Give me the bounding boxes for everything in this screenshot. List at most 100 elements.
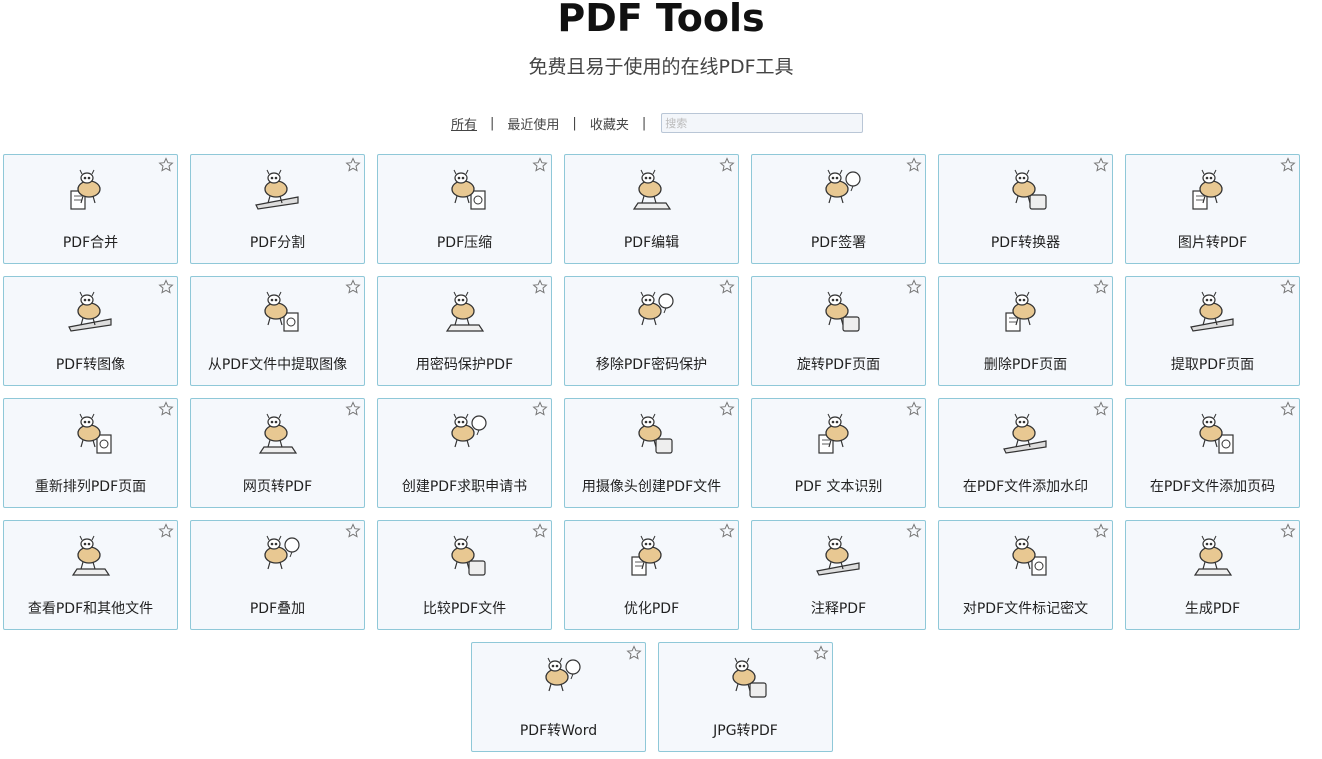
tool-label: PDF压缩 [436,235,493,251]
tool-label: 提取PDF页面 [1170,357,1255,373]
tool-card[interactable]: JPG转PDF [658,642,833,752]
tool-card[interactable]: PDF压缩 [377,154,552,264]
tool-label: JPG转PDF [713,723,778,739]
tool-label: PDF 文本识别 [794,479,883,495]
tool-label: PDF合并 [62,235,119,251]
favorite-star-icon[interactable] [532,157,548,173]
favorite-star-icon[interactable] [719,401,735,417]
watermark-icon [1000,409,1052,459]
tool-card[interactable]: PDF合并 [3,154,178,264]
tool-card[interactable]: 从PDF文件中提取图像 [190,276,365,386]
favorite-star-icon[interactable] [532,401,548,417]
favorite-star-icon[interactable] [1280,523,1296,539]
search-input[interactable] [661,113,864,133]
compare-icon [439,531,491,581]
tool-card[interactable]: 优化PDF [564,520,739,630]
viewer-icon [65,531,117,581]
tool-card[interactable]: PDF签署 [751,154,926,264]
tool-card[interactable]: 用密码保护PDF [377,276,552,386]
tool-label: 查看PDF和其他文件 [27,601,154,617]
edit-icon [626,165,678,215]
tool-card[interactable]: PDF分割 [190,154,365,264]
tool-label: 比较PDF文件 [422,601,507,617]
tool-card[interactable]: 在PDF文件添加页码 [1125,398,1300,508]
tool-label: 用摄像头创建PDF文件 [581,479,722,495]
split-icon [252,165,304,215]
tool-card[interactable]: 注释PDF [751,520,926,630]
favorite-star-icon[interactable] [345,523,361,539]
tool-card[interactable]: 用摄像头创建PDF文件 [564,398,739,508]
tool-label: 移除PDF密码保护 [595,357,708,373]
tool-card[interactable]: 提取PDF页面 [1125,276,1300,386]
pdf-to-word-icon [533,653,585,703]
tool-label: 创建PDF求职申请书 [401,479,528,495]
favorite-star-icon[interactable] [1280,401,1296,417]
tool-card[interactable]: 重新排列PDF页面 [3,398,178,508]
tool-label: 优化PDF [623,601,680,617]
tool-card[interactable]: 对PDF文件标记密文 [938,520,1113,630]
favorite-star-icon[interactable] [158,523,174,539]
filter-favorites-link[interactable]: 收藏夹 [590,114,629,133]
favorite-star-icon[interactable] [158,401,174,417]
tool-card[interactable]: 删除PDF页面 [938,276,1113,386]
favorite-star-icon[interactable] [906,401,922,417]
favorite-star-icon[interactable] [345,157,361,173]
filter-recent-link[interactable]: 最近使用 [507,114,559,133]
favorite-star-icon[interactable] [158,157,174,173]
favorite-star-icon[interactable] [1093,279,1109,295]
favorite-star-icon[interactable] [906,157,922,173]
filter-separator: | [572,115,577,131]
protect-icon [439,287,491,337]
tool-card[interactable]: 图片转PDF [1125,154,1300,264]
optimize-icon [626,531,678,581]
favorite-star-icon[interactable] [345,279,361,295]
filter-all-link[interactable]: 所有 [451,114,477,133]
webcam-icon [626,409,678,459]
tool-card[interactable]: PDF 文本识别 [751,398,926,508]
favorite-star-icon[interactable] [906,523,922,539]
tool-card[interactable]: 网页转PDF [190,398,365,508]
page-header: PDF Tools 免费且易于使用的在线PDF工具 [0,0,1322,100]
tool-card[interactable]: 生成PDF [1125,520,1300,630]
tool-label: 重新排列PDF页面 [34,479,147,495]
ocr-icon [813,409,865,459]
tool-label: 从PDF文件中提取图像 [207,357,348,373]
tool-card[interactable]: 查看PDF和其他文件 [3,520,178,630]
tool-card[interactable]: PDF转换器 [938,154,1113,264]
tool-card[interactable]: PDF编辑 [564,154,739,264]
favorite-star-icon[interactable] [1093,523,1109,539]
favorite-star-icon[interactable] [532,279,548,295]
webpage-icon [252,409,304,459]
favorite-star-icon[interactable] [906,279,922,295]
favorite-star-icon[interactable] [1280,279,1296,295]
tool-label: PDF转Word [519,723,598,739]
favorite-star-icon[interactable] [158,279,174,295]
tool-card[interactable]: 比较PDF文件 [377,520,552,630]
tool-card[interactable]: PDF转Word [471,642,646,752]
favorite-star-icon[interactable] [626,645,642,661]
tool-card[interactable]: 在PDF文件添加水印 [938,398,1113,508]
tool-card[interactable]: 创建PDF求职申请书 [377,398,552,508]
jpg-to-pdf-icon [720,653,772,703]
favorite-star-icon[interactable] [719,157,735,173]
sign-icon [813,165,865,215]
tool-label: 网页转PDF [242,479,313,495]
page-subtitle: 免费且易于使用的在线PDF工具 [528,56,794,78]
favorite-star-icon[interactable] [532,523,548,539]
tool-label: PDF转图像 [55,357,126,373]
favorite-star-icon[interactable] [813,645,829,661]
favorite-star-icon[interactable] [719,279,735,295]
tool-card[interactable]: 旋转PDF页面 [751,276,926,386]
favorite-star-icon[interactable] [1093,157,1109,173]
favorite-star-icon[interactable] [719,523,735,539]
favorite-star-icon[interactable] [345,401,361,417]
tool-card[interactable]: PDF叠加 [190,520,365,630]
tool-label: PDF叠加 [249,601,306,617]
tool-label: 旋转PDF页面 [796,357,881,373]
favorite-star-icon[interactable] [1093,401,1109,417]
tool-card[interactable]: PDF转图像 [3,276,178,386]
pdf-to-image-icon [65,287,117,337]
rotate-icon [813,287,865,337]
favorite-star-icon[interactable] [1280,157,1296,173]
tool-card[interactable]: 移除PDF密码保护 [564,276,739,386]
